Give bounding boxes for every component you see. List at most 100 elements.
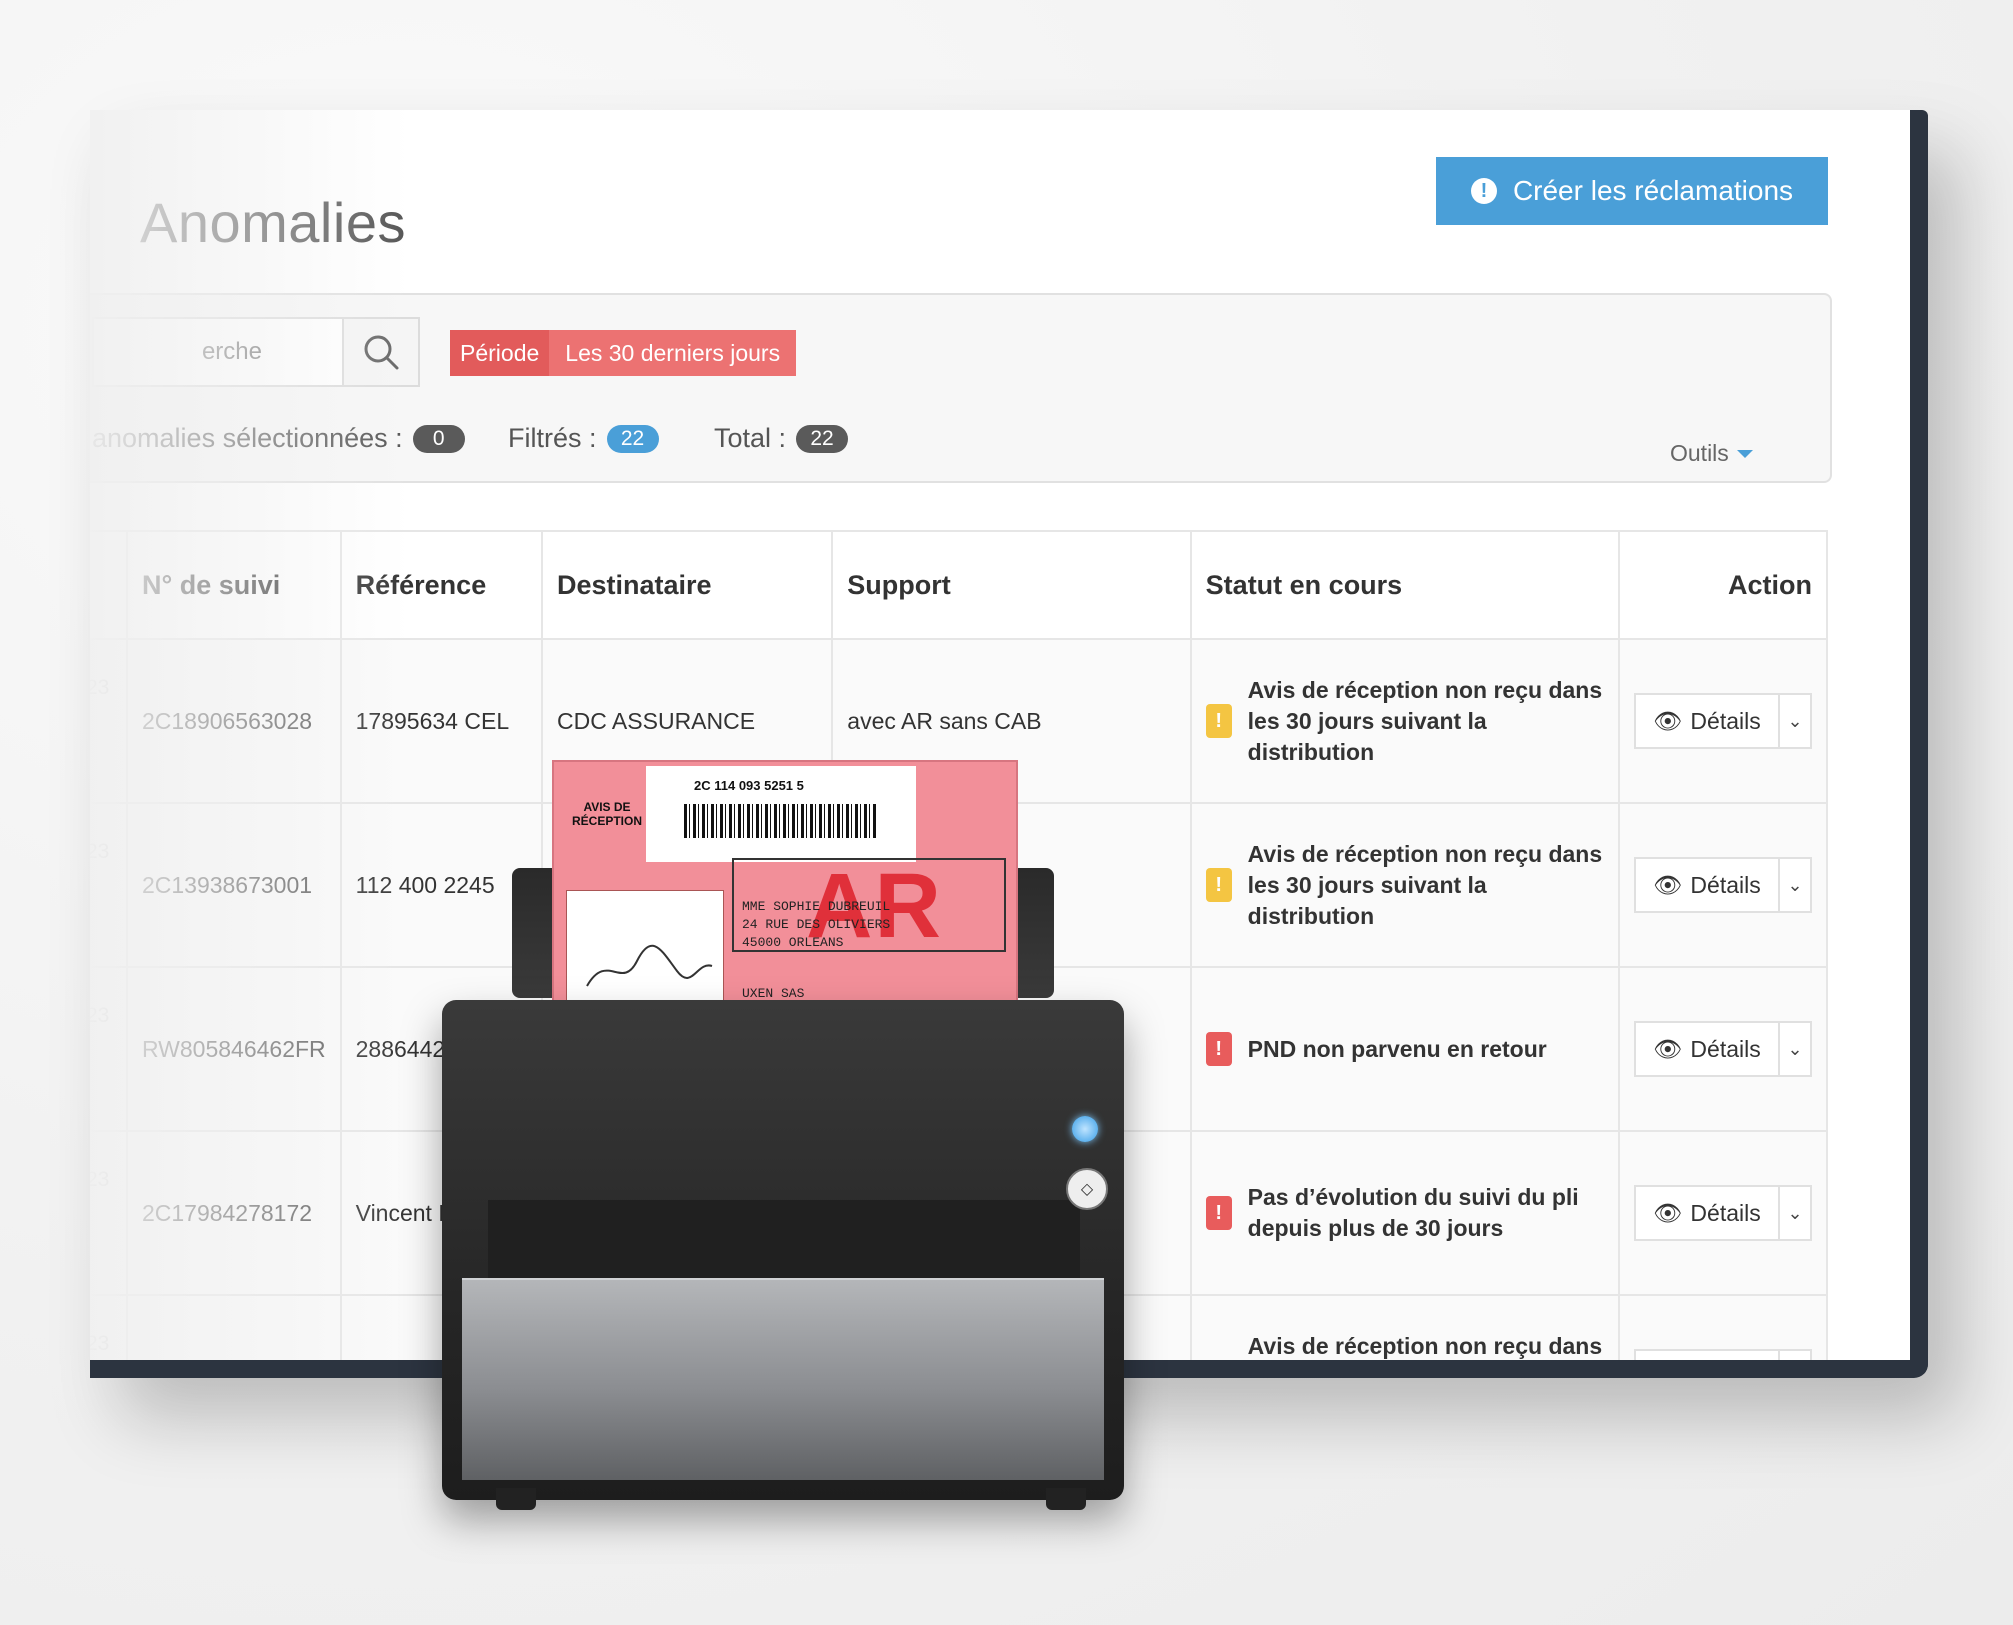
chevron-down-icon[interactable]: ⌄: [1780, 1187, 1810, 1239]
row-status: ! Pas d’évolution du suivi du pli depuis …: [1189, 1130, 1620, 1296]
column-header-reference[interactable]: Référence: [339, 530, 543, 640]
row-status: ! Avis de réception non reçu dans les 30 …: [1189, 1294, 1620, 1378]
status-text: Avis de réception non reçu dans les 30 j…: [1247, 840, 1603, 929]
receipt-tracking-number: 2C 114 093 5251 5: [694, 778, 804, 793]
selected-stat: anomalies sélectionnées : 0: [92, 423, 465, 454]
row-date: 23: [90, 1294, 128, 1360]
details-button[interactable]: 👁 Détails: [1636, 1351, 1780, 1378]
total-label: Total :: [714, 423, 787, 453]
return-receipt-card: AVIS DE RÉCEPTION 2C 114 093 5251 5 AR M…: [552, 760, 1018, 1024]
details-label: Détails: [1690, 707, 1761, 734]
row-tracking: 2C18205064355: [125, 1294, 342, 1360]
details-label: Détails: [1690, 871, 1761, 898]
row-status: ! Avis de réception non reçu dans les 30 …: [1189, 638, 1620, 804]
create-claims-button[interactable]: ! Créer les réclamations: [1436, 157, 1828, 225]
period-value: Les 30 derniers jours: [549, 330, 797, 376]
scanner-output-tray: [462, 1278, 1104, 1480]
tools-label: Outils: [1670, 440, 1729, 466]
row-tracking: 2C17984278172: [125, 1130, 342, 1296]
chevron-down-icon[interactable]: ⌄: [1780, 1351, 1810, 1360]
filtered-count-badge: 22: [606, 424, 659, 453]
search-icon: [364, 335, 399, 370]
details-label: Détails: [1690, 1199, 1761, 1226]
details-label: Détails: [1690, 1363, 1761, 1378]
selected-count-badge: 0: [412, 424, 465, 453]
selected-label: anomalies sélectionnées :: [92, 423, 403, 453]
filter-box: Période Les 30 derniers jours anomalies …: [90, 293, 1832, 483]
period-label: Période: [450, 330, 550, 376]
column-header-status[interactable]: Statut en cours: [1189, 530, 1620, 640]
row-action: 👁 Détails ⌄: [1617, 802, 1829, 968]
details-button[interactable]: 👁 Détails: [1636, 859, 1780, 911]
row-tracking: RW805846462FR: [125, 966, 342, 1132]
column-header-support[interactable]: Support: [831, 530, 1192, 640]
start-button-icon: ◇: [1066, 1168, 1108, 1210]
row-date: 23: [90, 1130, 128, 1296]
sender-name: UXEN SAS: [742, 986, 805, 1001]
search-button[interactable]: [342, 317, 420, 387]
tools-dropdown[interactable]: Outils: [1670, 440, 1753, 467]
eye-icon: 👁: [1653, 1035, 1683, 1062]
row-date: 23: [90, 966, 128, 1132]
receipt-heading: AVIS DE RÉCEPTION: [571, 800, 642, 828]
page-title: Anomalies: [140, 190, 406, 254]
row-action: 👁 Détails ⌄: [1617, 966, 1829, 1132]
warning-icon: !: [1205, 868, 1232, 902]
address-line: 24 RUE DES OLIVIERS: [742, 917, 891, 932]
caret-down-icon: [1736, 449, 1753, 458]
row-date: 23: [90, 638, 128, 804]
row-status: ! Avis de réception non reçu dans les 30 …: [1189, 802, 1620, 968]
eye-icon: 👁: [1653, 1199, 1683, 1226]
scanner-foot: [1046, 1488, 1086, 1510]
column-header-recipient[interactable]: Destinataire: [540, 530, 834, 640]
status-text: Avis de réception non reçu dans les 30 j…: [1247, 676, 1603, 765]
address-line: MME SOPHIE DUBREUIL: [742, 899, 891, 914]
danger-icon: !: [1205, 1196, 1232, 1230]
create-claims-label: Créer les réclamations: [1512, 175, 1794, 206]
power-light-icon: [1072, 1116, 1098, 1142]
table-header-row: N° de suivi Référence Destinataire Suppo…: [90, 530, 1829, 640]
eye-icon: 👁: [1653, 871, 1683, 898]
eye-icon: 👁: [1653, 1363, 1683, 1378]
warning-icon: !: [1205, 704, 1232, 738]
row-tracking: 2C13938673001: [125, 802, 342, 968]
address-line: 45000 ORLEANS: [742, 935, 844, 950]
recipient-address: MME SOPHIE DUBREUIL 24 RUE DES OLIVIERS …: [742, 898, 890, 952]
chevron-down-icon[interactable]: ⌄: [1780, 859, 1810, 911]
row-status: ! PND non parvenu en retour: [1189, 966, 1620, 1132]
details-button[interactable]: 👁 Détails: [1636, 695, 1780, 747]
search-input[interactable]: [92, 317, 342, 387]
barcode-icon: [684, 804, 876, 838]
alert-circle-icon: !: [1470, 178, 1497, 204]
filtered-stat: Filtrés : 22: [508, 423, 659, 454]
chevron-down-icon[interactable]: ⌄: [1780, 1023, 1810, 1075]
details-label: Détails: [1690, 1035, 1761, 1062]
row-tracking: 2C18906563028: [125, 638, 342, 804]
row-action: 👁 Détails ⌄: [1617, 1294, 1829, 1378]
row-action: 👁 Détails ⌄: [1617, 638, 1829, 804]
signature-box: [566, 890, 724, 1012]
scanner-foot: [496, 1488, 536, 1510]
column-header-tracking[interactable]: N° de suivi: [125, 530, 342, 640]
warning-icon: !: [1206, 1360, 1232, 1378]
barcode-area: 2C 114 093 5251 5: [646, 766, 916, 862]
chevron-down-icon[interactable]: ⌄: [1780, 695, 1810, 747]
status-text: Avis de réception non reçu dans les 30 j…: [1247, 1332, 1603, 1378]
column-header-date: [90, 530, 128, 640]
details-button[interactable]: 👁 Détails: [1636, 1187, 1780, 1239]
period-filter-tag[interactable]: Période Les 30 derniers jours: [450, 330, 797, 376]
total-stat: Total : 22: [714, 423, 849, 454]
scanner-slot: [488, 1200, 1080, 1280]
status-text: Pas d’évolution du suivi du pli depuis p…: [1247, 1184, 1579, 1241]
scanner-illustration: AVIS DE RÉCEPTION 2C 114 093 5251 5 AR M…: [436, 760, 1136, 1520]
status-text: PND non parvenu en retour: [1247, 1035, 1547, 1062]
eye-icon: 👁: [1653, 707, 1683, 734]
danger-icon: !: [1205, 1032, 1232, 1066]
signature-icon: [586, 944, 713, 987]
column-header-action: Action: [1617, 530, 1829, 640]
row-action: 👁 Détails ⌄: [1617, 1130, 1829, 1296]
details-button[interactable]: 👁 Détails: [1636, 1023, 1780, 1075]
filtered-label: Filtrés :: [508, 423, 597, 453]
total-count-badge: 22: [796, 424, 849, 453]
row-date: 23: [90, 802, 128, 968]
